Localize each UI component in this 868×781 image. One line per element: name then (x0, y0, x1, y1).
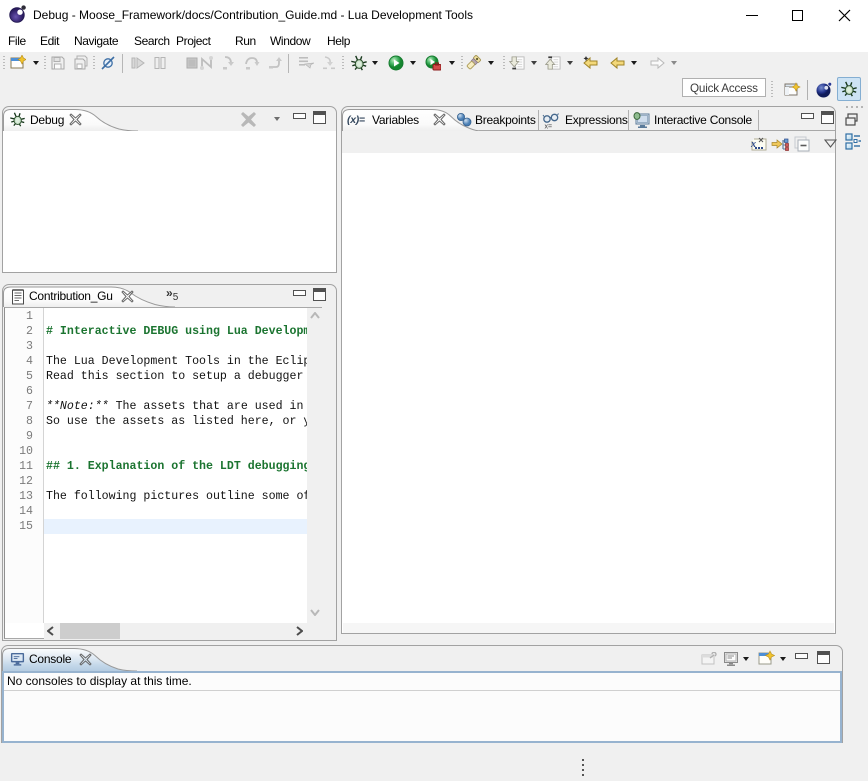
svg-text:x=: x= (545, 124, 553, 130)
